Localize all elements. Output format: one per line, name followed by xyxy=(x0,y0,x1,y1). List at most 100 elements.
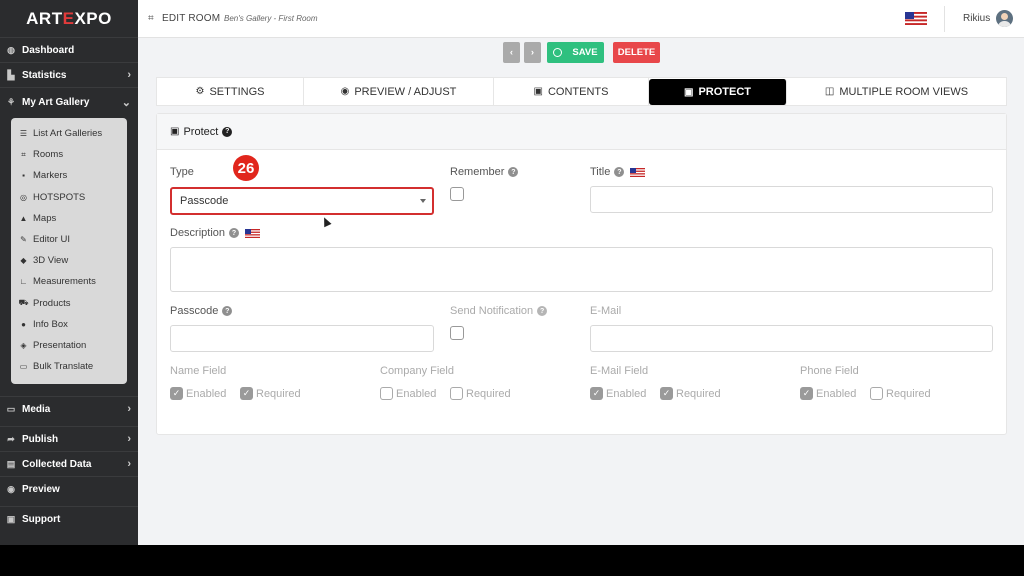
title-input[interactable] xyxy=(590,186,993,213)
company-field-enabled-checkbox[interactable]: Enabled xyxy=(380,387,436,400)
help-icon[interactable]: ? xyxy=(229,228,240,238)
room-icon: ⌗ xyxy=(148,13,154,24)
submenu-item-markers[interactable]: ▪ Markers xyxy=(11,165,127,186)
us-flag-icon[interactable] xyxy=(905,12,927,25)
phone-field-required-checkbox[interactable]: Required xyxy=(870,387,931,400)
submenu-item-bulk-translate[interactable]: ▭ Bulk Translate xyxy=(11,356,127,377)
save-label: SAVE xyxy=(572,47,598,58)
help-icon[interactable]: ? xyxy=(222,306,233,316)
previous-button[interactable]: ‹ xyxy=(503,42,520,63)
tab-label: SETTINGS xyxy=(209,85,265,98)
send-notification-checkbox[interactable] xyxy=(450,326,464,340)
save-button[interactable]: SAVE xyxy=(547,42,604,63)
eye-icon: ◉ xyxy=(340,86,350,97)
email-field-enabled-checkbox[interactable]: ✓ Enabled xyxy=(590,387,646,400)
chart-icon: ▙ xyxy=(7,69,15,80)
monitor-icon: ▭ xyxy=(6,403,16,414)
phone-field-label: Phone Field xyxy=(800,365,859,377)
sidebar-item-my-art-gallery[interactable]: ⚘ My Art Gallery ⌄ xyxy=(0,87,138,117)
sidebar-item-support[interactable]: ▣ Support xyxy=(0,506,138,531)
tab-multiple-room-views[interactable]: ◫ MULTIPLE ROOM VIEWS xyxy=(787,78,1006,105)
next-button[interactable]: › xyxy=(524,42,541,63)
submenu-item-list-art-galleries[interactable]: ☰ List Art Galleries xyxy=(11,123,127,144)
submenu-item-info-box[interactable]: ● Info Box xyxy=(11,314,127,335)
lock-icon: ▣ xyxy=(683,86,694,98)
submenu-item-label: Markers xyxy=(33,170,68,182)
avatar[interactable] xyxy=(996,10,1013,27)
marker-icon: ▪ xyxy=(22,171,25,181)
help-icon[interactable]: ? xyxy=(222,126,233,137)
images-icon: ▣ xyxy=(533,86,543,97)
check-icon: ✓ xyxy=(660,387,673,400)
tab-bar: ⚙ SETTINGS ◉ PREVIEW / ADJUST ▣ CONTENTS ▣ P… xyxy=(156,77,1007,106)
tab-label: CONTENTS xyxy=(547,85,609,98)
check-icon: ✓ xyxy=(170,387,183,400)
chevron-right-icon: › xyxy=(127,69,131,81)
email-input[interactable] xyxy=(590,325,993,352)
submenu-item-presentation[interactable]: ◈ Presentation xyxy=(11,335,127,356)
submenu-item-measurements[interactable]: ∟ Measurements xyxy=(11,271,127,292)
tab-settings[interactable]: ⚙ SETTINGS xyxy=(157,78,304,105)
submenu-item-3d-view[interactable]: ◆ 3D View xyxy=(11,250,127,271)
sidebar-item-preview[interactable]: ◉ Preview xyxy=(0,476,138,501)
delete-button[interactable]: DELETE xyxy=(613,42,660,63)
delete-label: DELETE xyxy=(617,47,656,58)
sidebar-item-collected-data[interactable]: ▤ Collected Data › xyxy=(0,451,138,476)
passcode-input[interactable] xyxy=(170,325,434,352)
user-name[interactable]: Rikius xyxy=(963,13,990,24)
sidebar: ART E XPO ◍ Dashboard ▙ Statistics › ⚘ My … xyxy=(0,0,138,545)
cart-icon: ⛟ xyxy=(18,298,29,308)
hotspot-icon: ◎ xyxy=(20,192,27,202)
submenu-item-label: Presentation xyxy=(33,339,87,351)
topbar-divider xyxy=(944,6,945,32)
remember-checkbox[interactable] xyxy=(450,187,464,201)
tab-contents[interactable]: ▣ CONTENTS xyxy=(494,78,649,105)
help-icon[interactable]: ? xyxy=(537,306,548,316)
tab-label: PROTECT xyxy=(698,86,751,98)
info-icon: ● xyxy=(21,319,26,329)
logo-text-xpo: XPO xyxy=(74,8,112,28)
room-icon: ⌗ xyxy=(21,149,26,159)
type-label: Type xyxy=(170,166,194,178)
us-flag-icon xyxy=(245,228,261,238)
chevron-right-icon: › xyxy=(127,458,131,470)
logo-text-art: ART xyxy=(26,8,63,28)
sidebar-item-media[interactable]: ▭ Media › xyxy=(0,396,138,421)
chevron-right-icon: › xyxy=(127,433,131,445)
email-field-required-checkbox[interactable]: ✓ Required xyxy=(660,387,721,400)
help-icon[interactable]: ? xyxy=(508,167,519,177)
check-icon: ✓ xyxy=(240,387,253,400)
help-icon[interactable]: ? xyxy=(614,167,625,177)
tab-protect[interactable]: ▣ PROTECT xyxy=(649,79,787,105)
protect-panel: ▣ Protect ? Type Passcode Remember? Titl… xyxy=(156,113,1007,435)
sidebar-item-label: Collected Data xyxy=(22,458,92,470)
submenu-item-label: Bulk Translate xyxy=(33,361,94,373)
submenu-item-maps[interactable]: ▲ Maps xyxy=(11,208,127,229)
company-field-label: Company Field xyxy=(380,365,454,377)
email-label: E-Mail xyxy=(590,305,622,317)
company-field-required-checkbox[interactable]: Required xyxy=(450,387,511,400)
submenu-item-hotspots[interactable]: ◎ HOTSPOTS xyxy=(11,187,127,208)
phone-field-enabled-checkbox[interactable]: ✓ Enabled xyxy=(800,387,856,400)
sidebar-item-statistics[interactable]: ▙ Statistics › xyxy=(0,62,138,87)
submenu-item-editor-ui[interactable]: ✎ Editor UI xyxy=(11,229,127,250)
name-field-required-checkbox[interactable]: ✓ Required xyxy=(240,387,301,400)
name-field-enabled-checkbox[interactable]: ✓ Enabled xyxy=(170,387,226,400)
logo[interactable]: ART E XPO xyxy=(0,0,138,37)
type-select[interactable]: Passcode xyxy=(170,187,434,215)
gallery-icon: ⚘ xyxy=(6,97,16,107)
submenu-item-products[interactable]: ⛟ Products xyxy=(11,293,127,314)
description-textarea[interactable] xyxy=(170,247,993,292)
sidebar-item-label: Support xyxy=(22,513,61,525)
sidebar-item-publish[interactable]: ➦ Publish › xyxy=(0,426,138,451)
dashboard-icon: ◍ xyxy=(7,44,15,55)
tab-preview-adjust[interactable]: ◉ PREVIEW / ADJUST xyxy=(304,78,494,105)
submenu-item-rooms[interactable]: ⌗ Rooms xyxy=(11,144,127,165)
check-icon: ✓ xyxy=(590,387,603,400)
sidebar-item-dashboard[interactable]: ◍ Dashboard xyxy=(0,37,138,62)
sidebar-item-label: Publish xyxy=(22,433,59,445)
breadcrumb: Ben's Gallery - First Room xyxy=(224,14,318,23)
gears-icon: ⚙ xyxy=(195,86,205,97)
columns-icon: ◫ xyxy=(824,86,835,97)
us-flag-icon xyxy=(630,167,646,177)
